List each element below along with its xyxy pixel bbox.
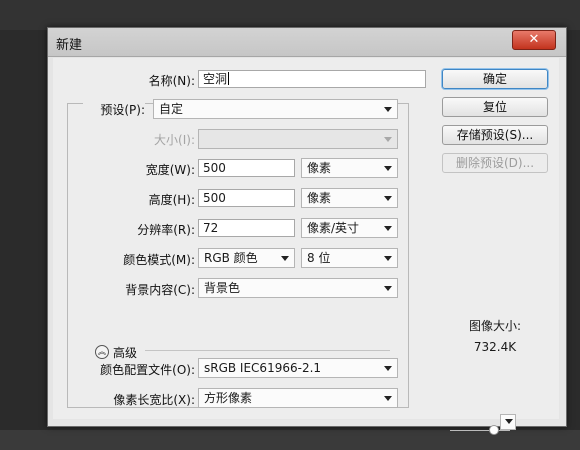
width-unit-select[interactable]: 像素 — [301, 158, 398, 178]
color-mode-label: 颜色模式(M): — [123, 253, 195, 267]
height-unit-value: 像素 — [307, 191, 332, 205]
desktop-top — [0, 0, 580, 30]
chevron-down-icon — [505, 419, 513, 424]
chevron-down-icon — [384, 196, 392, 201]
resolution-input[interactable]: 72 — [198, 219, 295, 237]
close-button[interactable]: ✕ — [512, 30, 556, 50]
advanced-toggle[interactable]: ︽ — [95, 345, 109, 359]
resolution-value: 72 — [203, 221, 219, 235]
dialog-title: 新建 — [56, 38, 83, 53]
height-unit-select[interactable]: 像素 — [301, 188, 398, 208]
preset-value: 自定 — [159, 102, 184, 116]
preview-slider-track — [450, 430, 510, 431]
delete-preset-button[interactable]: 删除预设(D)... — [442, 153, 548, 173]
color-profile-value: sRGB IEC61966-2.1 — [204, 361, 322, 375]
resolution-unit-select[interactable]: 像素/英寸 — [301, 218, 398, 238]
width-unit-value: 像素 — [307, 161, 332, 175]
chevron-down-icon — [384, 166, 392, 171]
chevron-down-icon — [384, 226, 392, 231]
color-mode-value: RGB 颜色 — [204, 251, 258, 265]
size-select[interactable] — [198, 129, 398, 149]
collapse-chevrons-icon: ︽ — [98, 347, 106, 356]
height-label: 高度(H): — [148, 193, 195, 207]
chevron-down-icon — [281, 256, 289, 261]
image-size-label: 图像大小: — [468, 319, 522, 333]
background-select[interactable]: 背景色 — [198, 278, 398, 298]
pixel-aspect-label: 像素长宽比(X): — [113, 393, 195, 407]
chevron-down-icon — [384, 286, 392, 291]
name-value: 空洞 — [203, 72, 228, 86]
height-value: 500 — [203, 191, 226, 205]
resolution-unit-value: 像素/英寸 — [307, 221, 360, 235]
preset-select[interactable]: 自定 — [153, 99, 398, 119]
dialog-body: 名称(N): 空洞 预设(P): 自定 大小(I): 宽度(W): 500 像素… — [53, 58, 559, 435]
save-preset-button[interactable]: 存储预设(S)... — [442, 125, 548, 145]
resolution-label: 分辨率(R): — [137, 223, 195, 237]
color-profile-select[interactable]: sRGB IEC61966-2.1 — [198, 358, 398, 378]
chevron-down-icon — [384, 366, 392, 371]
preview-menu[interactable] — [500, 414, 516, 430]
name-input[interactable]: 空洞 — [198, 70, 426, 88]
chevron-down-icon — [384, 107, 392, 112]
background-label: 背景内容(C): — [125, 283, 195, 297]
divider — [145, 350, 390, 351]
reset-button[interactable]: 复位 — [442, 97, 548, 117]
pixel-aspect-value: 方形像素 — [204, 391, 253, 405]
name-label: 名称(N): — [148, 74, 195, 88]
ok-button[interactable]: 确定 — [442, 69, 548, 89]
new-document-dialog: 新建 ✕ 名称(N): 空洞 预设(P): 自定 大小(I): 宽度(W): 5… — [47, 27, 567, 435]
color-profile-label: 颜色配置文件(O): — [100, 363, 195, 377]
chevron-down-icon — [384, 137, 392, 142]
width-input[interactable]: 500 — [198, 159, 295, 177]
preset-label: 预设(P): — [83, 101, 145, 118]
bit-depth-value: 8 位 — [307, 251, 331, 265]
color-mode-select[interactable]: RGB 颜色 — [198, 248, 295, 268]
pixel-aspect-select[interactable]: 方形像素 — [198, 388, 398, 408]
height-input[interactable]: 500 — [198, 189, 295, 207]
background-value: 背景色 — [204, 281, 241, 295]
advanced-label[interactable]: 高级 — [113, 344, 137, 361]
chevron-down-icon — [384, 396, 392, 401]
image-size-value: 732.4K — [473, 340, 517, 354]
width-value: 500 — [203, 161, 226, 175]
chevron-down-icon — [384, 256, 392, 261]
width-label: 宽度(W): — [145, 163, 195, 177]
close-icon: ✕ — [528, 32, 540, 47]
bit-depth-select[interactable]: 8 位 — [301, 248, 398, 268]
preview-slider-thumb[interactable] — [489, 425, 499, 435]
size-label: 大小(I): — [154, 133, 195, 147]
titlebar[interactable]: 新建 ✕ — [48, 28, 566, 57]
text-cursor — [228, 72, 230, 85]
